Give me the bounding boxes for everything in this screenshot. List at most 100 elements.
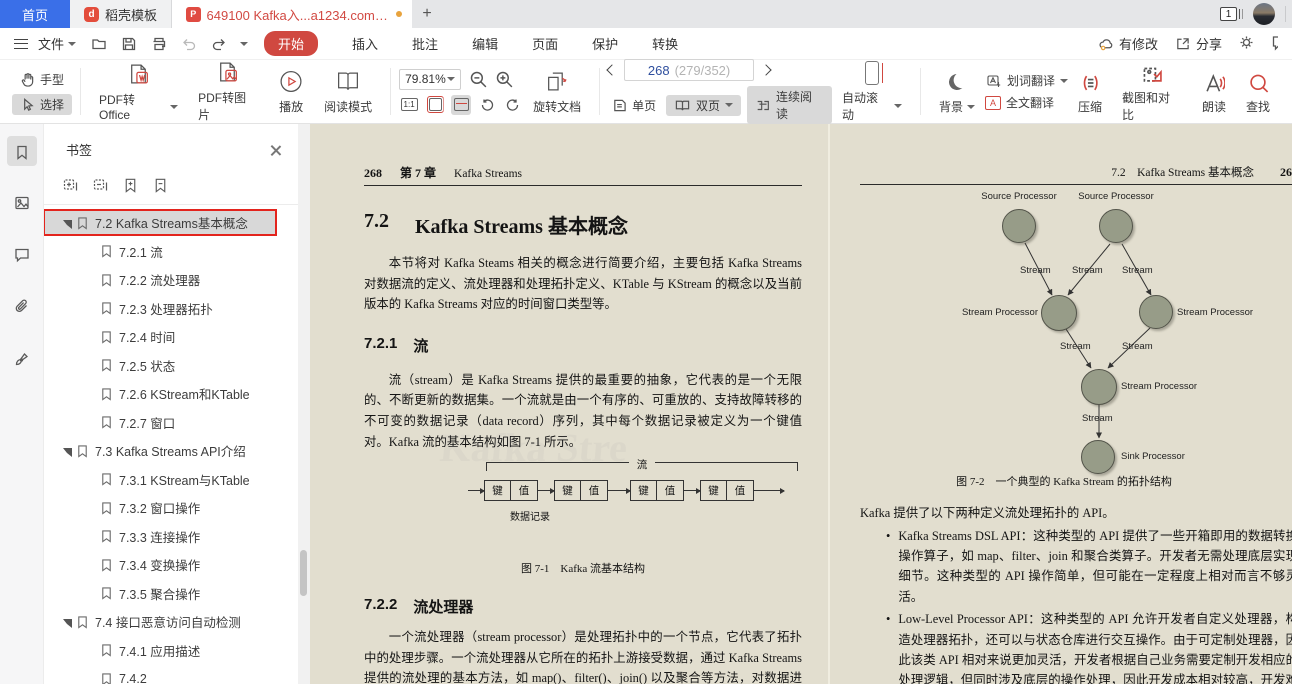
menu-tab-protect[interactable]: 保护 (592, 34, 618, 53)
double-page-button[interactable]: 双页 (666, 95, 741, 116)
background-button[interactable]: 背景 (929, 60, 985, 123)
tab-home[interactable]: 首页 (0, 0, 70, 28)
page-number-input[interactable]: 268 (279/352) (624, 59, 754, 81)
bookmark-icon (13, 142, 31, 160)
bookmark-item[interactable]: 7.2.4 时间 (44, 323, 298, 352)
bookmark-label: 7.2.4 时间 (119, 327, 175, 346)
tab-document-active[interactable]: P 649100 Kafka入...a1234.com.pdf (172, 0, 412, 28)
panel-scrollbar-thumb[interactable] (300, 550, 307, 596)
bookmark-flag-icon (100, 358, 113, 372)
bookmark-flag-icon (76, 444, 89, 458)
thumbnails-panel-button[interactable] (7, 188, 37, 218)
panel-scrollbar[interactable] (298, 124, 310, 684)
file-menu[interactable]: 文件 (14, 34, 76, 53)
zoom-in-button[interactable] (495, 70, 513, 88)
fit-page-button[interactable] (425, 95, 445, 115)
redo-button[interactable] (210, 35, 228, 53)
chevron-down-icon (68, 42, 76, 46)
pdf-to-office-icon (126, 62, 152, 87)
window-count-widget[interactable]: 1 (1220, 7, 1243, 21)
word-translate-button[interactable]: 划词翻译 (985, 72, 1068, 89)
rotate-left-button[interactable] (477, 95, 497, 115)
select-tool-button[interactable]: 选择 (12, 94, 72, 115)
comments-panel-button[interactable] (7, 240, 37, 270)
double-page-label: 双页 (696, 97, 720, 114)
chapter-title: Kafka Streams (454, 168, 522, 180)
bookmark-item[interactable]: 7.2.2 流处理器 (44, 266, 298, 295)
zoom-level-select[interactable]: 79.81% (399, 69, 461, 90)
single-page-button[interactable]: 单页 (608, 95, 660, 116)
share-button[interactable]: 分享 (1174, 34, 1222, 53)
bookmark-item-partial[interactable]: 7.4.2 (44, 665, 298, 684)
new-tab-button[interactable]: + (412, 0, 442, 28)
menu-tab-comment[interactable]: 批注 (412, 34, 438, 53)
bookmark-flag-icon (100, 643, 113, 657)
play-button[interactable]: 播放 (268, 60, 314, 123)
bookmark-item[interactable]: 7.2.3 处理器拓扑 (44, 294, 298, 323)
read-mode-button[interactable]: 阅读模式 (314, 60, 382, 123)
tree-caret-icon[interactable] (63, 448, 72, 457)
bookmarks-panel-button[interactable] (7, 136, 37, 166)
pdf-to-image-button[interactable]: PDF转图片 (188, 60, 268, 123)
open-button[interactable] (90, 35, 108, 53)
menu-tab-page[interactable]: 页面 (532, 34, 558, 53)
bookmark-item[interactable]: 7.3.4 变换操作 (44, 551, 298, 580)
bookmark-item[interactable]: 7.4.1 应用描述 (44, 636, 298, 665)
collapse-all-button[interactable] (92, 177, 109, 194)
close-icon[interactable] (270, 144, 282, 156)
rotate-document-button[interactable]: 旋转文档 (523, 60, 591, 123)
read-aloud-button[interactable]: 朗读 (1192, 60, 1236, 123)
quickbar-dropdown-icon[interactable] (240, 42, 248, 46)
tree-caret-icon[interactable] (63, 619, 72, 628)
rotate-right-button[interactable] (503, 95, 523, 115)
screenshot-compare-button[interactable]: 截图和对比 (1112, 60, 1192, 123)
bookmark-item[interactable]: 7.3.3 连接操作 (44, 522, 298, 551)
bookmark-item[interactable]: 7.2.7 窗口 (44, 408, 298, 437)
document-area[interactable]: Kafka Stre 268 第 7 章 Kafka Streams 7.2 K… (310, 124, 1292, 684)
remove-bookmark-button[interactable] (152, 177, 169, 194)
zoom-out-button[interactable] (469, 70, 487, 88)
pdf-to-office-button[interactable]: PDF转Office (89, 60, 188, 123)
menu-tab-insert[interactable]: 插入 (352, 34, 378, 53)
continuous-reading-button[interactable]: 连续阅读 (747, 86, 832, 124)
modified-status[interactable]: 有修改 (1097, 34, 1158, 53)
print-button[interactable] (150, 35, 168, 53)
settings-button[interactable] (1238, 34, 1255, 54)
menu-tab-convert[interactable]: 转换 (652, 34, 678, 53)
menu-tab-start[interactable]: 开始 (264, 31, 318, 56)
bookmark-item[interactable]: 7.3.2 窗口操作 (44, 494, 298, 523)
user-avatar[interactable] (1253, 3, 1275, 25)
bookmark-item[interactable]: 7.2.6 KStream和KTable (44, 380, 298, 409)
undo-button[interactable] (180, 35, 198, 53)
find-button[interactable]: 查找 (1236, 60, 1280, 123)
bookmark-item[interactable]: 7.2.1 流 (44, 237, 298, 266)
full-translate-button[interactable]: A 全文翻译 (985, 94, 1068, 111)
menu-tab-edit[interactable]: 编辑 (472, 34, 498, 53)
bookmark-item[interactable]: 7.4 接口恶意访问自动检测 (44, 608, 298, 637)
bookmark-item-selected[interactable]: 7.2 Kafka Streams基本概念 (44, 210, 276, 235)
bookmark-item[interactable]: 7.3.5 聚合操作 (44, 579, 298, 608)
bookmark-item[interactable]: 7.3 Kafka Streams API介绍 (44, 437, 298, 466)
bookmark-item[interactable]: 7.3.1 KStream与KTable (44, 465, 298, 494)
share-icon (1174, 36, 1191, 51)
next-page-button[interactable] (760, 64, 771, 75)
signature-panel-button[interactable] (7, 344, 37, 374)
actual-size-button[interactable]: 1:1 (399, 95, 419, 115)
add-bookmark-button[interactable] (122, 177, 139, 194)
compress-button[interactable]: 压缩 (1068, 60, 1112, 123)
data-record-label: 数据记录 (494, 508, 566, 523)
previous-page-button[interactable] (606, 64, 617, 75)
background-label: 背景 (939, 98, 963, 115)
save-button[interactable] (120, 35, 138, 53)
tab-docer[interactable]: d 稻壳模板 (70, 0, 172, 28)
feedback-button[interactable] (1271, 34, 1278, 54)
word-translate-icon (985, 73, 1002, 88)
expand-all-button[interactable] (62, 177, 79, 194)
hand-tool-button[interactable]: 手型 (12, 69, 72, 90)
chevron-down-icon (967, 105, 975, 109)
auto-scroll-button[interactable]: 自动滚动 (832, 60, 912, 123)
tree-caret-icon[interactable] (63, 220, 72, 229)
fit-width-button[interactable] (451, 95, 471, 115)
attachments-panel-button[interactable] (7, 292, 37, 322)
bookmark-item[interactable]: 7.2.5 状态 (44, 351, 298, 380)
